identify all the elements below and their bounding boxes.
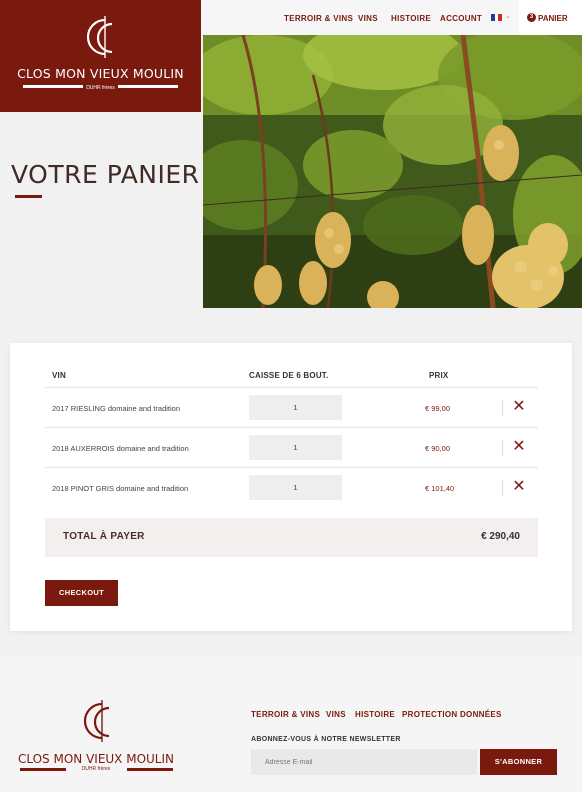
- page-title: VOTRE PANIER: [11, 160, 200, 189]
- nav-terroir-vins[interactable]: TERROIR & VINS: [284, 14, 353, 23]
- remove-item-icon[interactable]: ✕: [512, 477, 526, 497]
- cart-count-badge: 3: [527, 13, 536, 22]
- wine-name: 2018 AUXERROIS domaine and tradition: [52, 444, 189, 453]
- hero-grapes-image: [203, 35, 582, 308]
- wine-price: € 99,00: [425, 404, 451, 413]
- cart-card: VIN CAISSE DE 6 BOUT. PRIX 2017 RIESLING…: [10, 343, 572, 631]
- footer-brand-name: CLOS MON VIEUX MOULIN: [17, 752, 175, 766]
- footer-link-terroir-vins[interactable]: TERROIR & VINS: [251, 710, 320, 719]
- total-value: € 290,40: [481, 531, 520, 542]
- subscribe-button[interactable]: S'ABONNER: [480, 749, 557, 775]
- nav-account[interactable]: ACCOUNT: [440, 14, 482, 23]
- title-underline: [15, 195, 42, 198]
- logo-brand-name: CLOS MON VIEUX MOULIN: [17, 66, 184, 81]
- checkout-button[interactable]: CHECKOUT: [45, 580, 118, 606]
- row-divider: [502, 480, 503, 496]
- remove-item-icon[interactable]: ✕: [512, 397, 526, 417]
- wine-price: € 101,40: [425, 484, 455, 493]
- newsletter-email-input[interactable]: [251, 749, 477, 775]
- nav-histoire[interactable]: HISTOIRE: [391, 14, 431, 23]
- total-box: TOTAL À PAYER € 290,40: [45, 518, 538, 557]
- quantity-input[interactable]: 1: [249, 475, 342, 500]
- quantity-input[interactable]: 1: [249, 395, 342, 420]
- footer-link-protection-donnees[interactable]: PROTECTION DONNÉES: [402, 710, 502, 719]
- row-divider: [502, 400, 503, 416]
- total-label: TOTAL À PAYER: [63, 531, 145, 542]
- footer-cc-monogram-icon[interactable]: [75, 696, 117, 746]
- nav-vins[interactable]: VINS: [358, 14, 378, 23]
- wine-name: 2017 RIESLING domaine and tradition: [52, 404, 180, 413]
- column-header-vin: VIN: [52, 371, 66, 380]
- cc-monogram-icon: [86, 16, 113, 58]
- logo-subtitle: DUHR frères: [86, 85, 115, 91]
- chevron-down-icon[interactable]: ⌄: [505, 12, 511, 20]
- wine-price: € 90,00: [425, 444, 451, 453]
- cart-row: 2017 RIESLING domaine and tradition 1 € …: [45, 387, 538, 427]
- footer-link-histoire[interactable]: HISTOIRE: [355, 710, 395, 719]
- cart-row: 2018 AUXERROIS domaine and tradition 1 €…: [45, 427, 538, 467]
- quantity-input[interactable]: 1: [249, 435, 342, 460]
- cart-button[interactable]: 3 PANIER: [519, 0, 582, 35]
- row-divider: [502, 440, 503, 456]
- newsletter-label: ABONNEZ-VOUS À NOTRE NEWSLETTER: [251, 736, 401, 743]
- column-header-prix: PRIX: [429, 371, 449, 380]
- remove-item-icon[interactable]: ✕: [512, 437, 526, 457]
- flag-fr-icon[interactable]: [491, 14, 503, 21]
- footer-link-vins[interactable]: VINS: [326, 710, 346, 719]
- cart-label: PANIER: [538, 14, 568, 23]
- footer: CLOS MON VIEUX MOULIN DUHR frères TERROI…: [0, 656, 582, 792]
- column-header-caisse: CAISSE DE 6 BOUT.: [249, 371, 329, 380]
- footer-logo-subtitle: DUHR frères: [81, 766, 111, 772]
- cart-row: 2018 PINOT GRIS domaine and tradition 1 …: [45, 467, 538, 507]
- top-nav: TERROIR & VINS VINS HISTOIRE ACCOUNT ⌄ 3…: [201, 0, 582, 35]
- header-logo[interactable]: CLOS MON VIEUX MOULIN DUHR frères: [0, 0, 201, 112]
- wine-name: 2018 PINOT GRIS domaine and tradition: [52, 484, 189, 493]
